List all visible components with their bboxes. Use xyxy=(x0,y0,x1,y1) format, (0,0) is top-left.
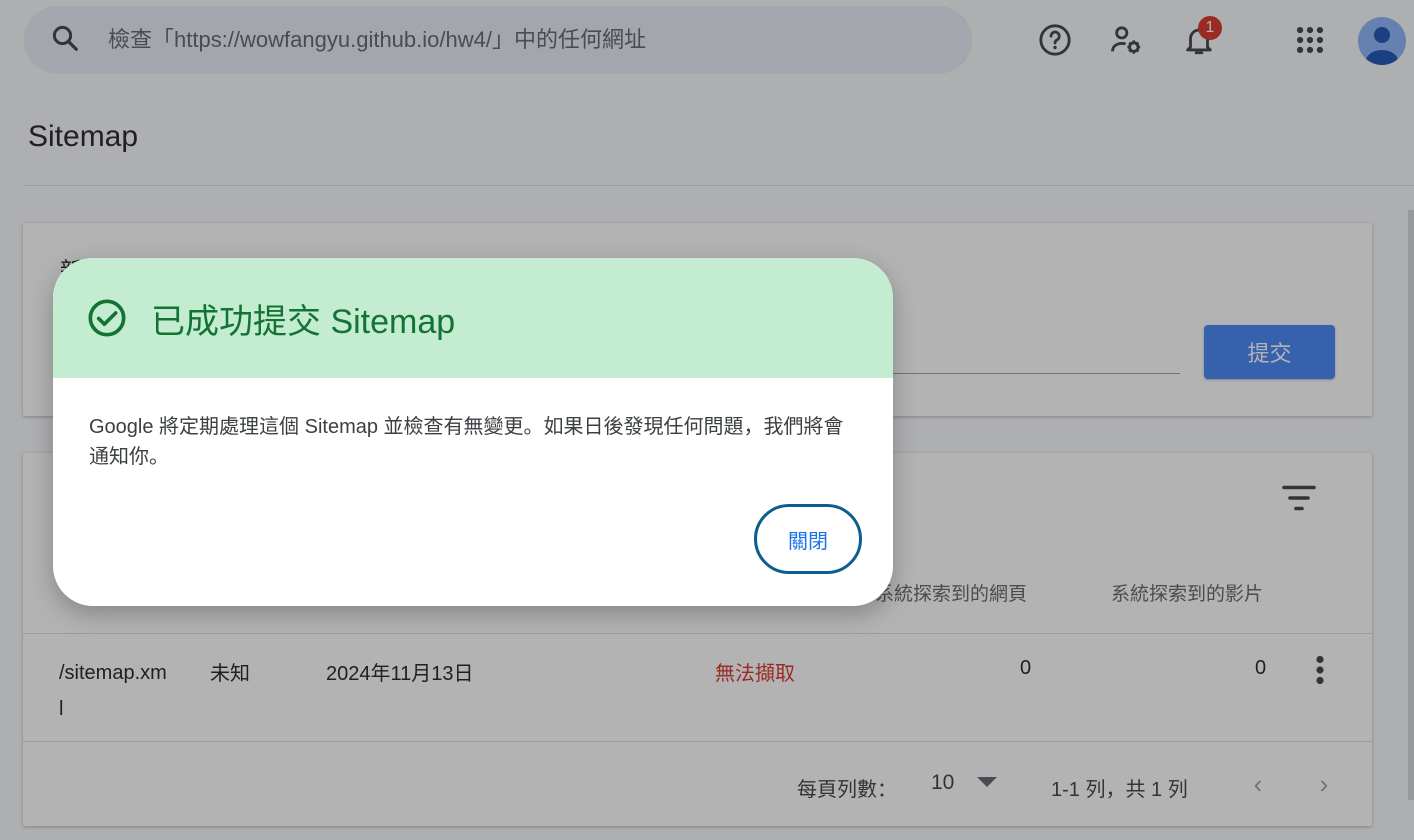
close-button[interactable]: 關閉 xyxy=(754,504,862,574)
dialog-title: 已成功提交 Sitemap xyxy=(151,302,456,341)
scrollbar[interactable] xyxy=(1408,210,1414,800)
dialog-message: Google 將定期處理這個 Sitemap 並檢查有無變更。如果日後發現任何問… xyxy=(89,416,844,468)
success-dialog: 已成功提交 Sitemap Google 將定期處理這個 Sitemap 並檢查… xyxy=(53,258,893,606)
check-circle-icon xyxy=(88,299,126,337)
dialog-header: 已成功提交 Sitemap xyxy=(53,258,893,378)
